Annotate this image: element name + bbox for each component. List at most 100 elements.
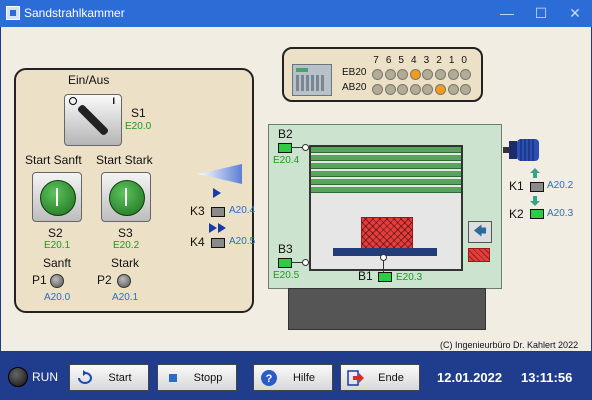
plc-icon [292, 64, 332, 96]
k3-address: A20.4 [229, 205, 256, 216]
b2-address: E20.4 [273, 155, 300, 166]
minimize-icon[interactable]: — [490, 0, 524, 27]
bit-number-label: 2 [436, 55, 442, 66]
s3-address: E20.2 [113, 240, 140, 251]
motor-icon [503, 139, 539, 161]
p2-label: P2 [97, 273, 112, 287]
stop-icon [169, 374, 177, 382]
move-left-button[interactable]: 🡄 [468, 221, 492, 243]
door-slat [311, 155, 461, 161]
s3-label: S3 [118, 226, 133, 240]
start-strong-label: Start Stark [96, 153, 153, 167]
switch-title: Ein/Aus [68, 73, 110, 87]
k3-label: K3 [190, 204, 205, 218]
b3-sensor [278, 258, 292, 268]
eb20-bit-led [447, 69, 459, 80]
exit-button[interactable]: Ende [340, 364, 420, 391]
off-position-icon [69, 97, 77, 105]
window-title: Sandstrahlkammer [24, 6, 125, 20]
eb20-bit-led [435, 69, 446, 80]
s2-address: E20.1 [44, 240, 71, 251]
arrow-down-icon [530, 196, 540, 206]
single-arrow-icon [213, 188, 221, 198]
s1-address: E20.0 [125, 121, 152, 132]
s1-label: S1 [131, 106, 146, 120]
cycle-icon [78, 370, 92, 384]
k2-indicator [530, 209, 544, 219]
eb20-label: EB20 [342, 67, 367, 78]
chamber-interior [309, 145, 463, 271]
k4-address: A20.5 [229, 236, 256, 247]
copyright-text: (C) Ingenieurbüro Dr. Kahlert 2022 [440, 340, 579, 350]
chamber-base [288, 288, 486, 330]
b3-address: E20.5 [273, 270, 300, 281]
b1-address: E20.3 [396, 272, 423, 283]
svg-text:?: ? [266, 373, 273, 385]
start-soft-label: Start Sanft [25, 153, 82, 167]
workpiece-mini-icon [468, 248, 490, 262]
b1-label: B1 [358, 269, 373, 283]
p1-caption: Sanft [43, 256, 72, 270]
run-label: RUN [32, 370, 58, 384]
help-icon: ? [261, 370, 277, 386]
bit-number-label: 5 [398, 55, 404, 66]
selector-knob [76, 103, 110, 137]
start-button[interactable]: Start [69, 364, 149, 391]
b2-sensor [278, 143, 292, 153]
ab20-bit-led [409, 84, 421, 95]
title-bar: Sandstrahlkammer — ☐ ✕ [0, 0, 592, 27]
k1-address: A20.2 [547, 180, 574, 191]
bit-number-label: 1 [448, 55, 455, 66]
arrow-up-icon [530, 168, 540, 178]
blast-nozzle-icon [198, 164, 242, 184]
ab20-bit-led [435, 84, 446, 95]
date-display: 12.01.2022 [437, 370, 503, 385]
ab20-label: AB20 [342, 82, 367, 93]
p2-caption: Stark [111, 256, 140, 270]
workpiece [361, 217, 413, 251]
bit-number-label: 3 [423, 55, 430, 66]
bit-number-label: 0 [461, 55, 467, 66]
ab20-bit-led [447, 84, 459, 95]
help-button[interactable]: ? Hilfe [253, 364, 333, 391]
maximize-icon[interactable]: ☐ [524, 0, 558, 27]
s3-button[interactable] [101, 172, 151, 222]
eb20-bit-led [409, 69, 421, 80]
p1-lamp [50, 274, 64, 288]
p2-address: A20.1 [112, 292, 139, 303]
k1-indicator [530, 182, 544, 192]
s2-button[interactable] [32, 172, 82, 222]
time-display: 13:11:56 [521, 370, 573, 385]
door-slat [311, 187, 461, 193]
b1-sensor [378, 272, 392, 282]
door-slat [311, 147, 461, 153]
bit-number-label: 4 [411, 55, 417, 66]
door-slat [311, 163, 461, 169]
door-slat [311, 171, 461, 177]
s2-label: S2 [48, 226, 63, 240]
stop-button[interactable]: Stopp [157, 364, 237, 391]
app-icon [6, 6, 20, 20]
ab20-bit-led [372, 84, 383, 95]
k4-label: K4 [190, 235, 205, 249]
double-arrow-icon [209, 223, 226, 233]
k3-indicator [211, 207, 225, 217]
bit-number-label: 7 [373, 55, 379, 66]
door-slat [311, 179, 461, 185]
k1-label: K1 [509, 179, 524, 193]
p1-label: P1 [32, 273, 47, 287]
eb20-bit-led [384, 69, 396, 80]
bit-number-label: 6 [385, 55, 392, 66]
k2-label: K2 [509, 207, 524, 221]
p1-address: A20.0 [44, 292, 71, 303]
on-position-icon: I [112, 96, 115, 106]
k2-address: A20.3 [547, 208, 574, 219]
selector-switch-s1[interactable]: I [64, 94, 122, 146]
k4-indicator [211, 238, 225, 248]
close-icon[interactable]: ✕ [558, 0, 592, 27]
exit-icon [347, 370, 364, 386]
p2-lamp [117, 274, 131, 288]
b3-label: B3 [278, 242, 293, 256]
ab20-bit-led [384, 84, 396, 95]
run-lamp [8, 367, 28, 387]
